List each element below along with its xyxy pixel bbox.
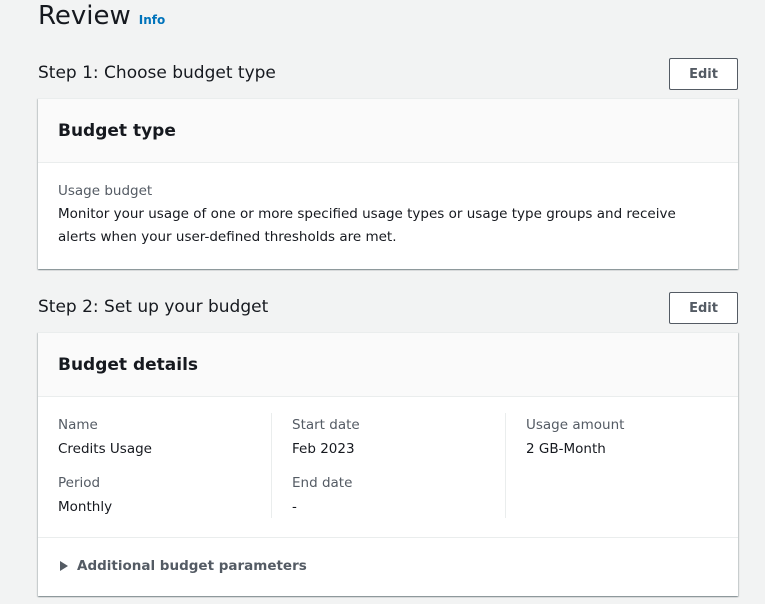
usage-amount-value: 2 GB-Month (526, 441, 606, 457)
budget-type-label: Usage budget (58, 183, 153, 199)
start-date-label: Start date (292, 417, 360, 433)
usage-amount-field: Usage amount 2 GB-Month (526, 413, 739, 461)
details-column-2: Start date Feb 2023 End date - (292, 413, 505, 519)
column-divider (271, 413, 272, 518)
details-column-3: Usage amount 2 GB-Month (526, 413, 739, 461)
step1-edit-button[interactable]: Edit (669, 58, 738, 90)
start-date-field: Start date Feb 2023 (292, 413, 505, 461)
caret-right-icon (60, 561, 68, 571)
expander-label: Additional budget parameters (77, 558, 307, 574)
name-field: Name Credits Usage (58, 413, 271, 461)
end-date-value: - (292, 499, 297, 515)
end-date-field: End date - (292, 471, 505, 519)
budget-details-heading: Budget details (58, 354, 199, 375)
budget-details-body: Name Credits Usage Period Monthly Start … (38, 397, 738, 538)
budget-type-heading: Budget type (58, 120, 176, 141)
budget-type-description: Monitor your usage of one or more specif… (58, 206, 676, 245)
review-page: Review Info Step 1: Choose budget type E… (0, 0, 765, 604)
info-link[interactable]: Info (139, 13, 165, 27)
budget-details-container: Budget details Name Credits Usage Period… (38, 332, 738, 596)
column-divider (505, 413, 506, 518)
usage-amount-label: Usage amount (526, 417, 625, 433)
page-title: Review (38, 1, 131, 31)
start-date-value: Feb 2023 (292, 441, 355, 457)
step2-edit-button[interactable]: Edit (669, 292, 738, 324)
period-label: Period (58, 475, 101, 491)
budget-type-body: Usage budget Monitor your usage of one o… (38, 163, 738, 267)
step1-title: Step 1: Choose budget type (38, 63, 276, 83)
step2-title: Step 2: Set up your budget (38, 297, 269, 317)
details-column-1: Name Credits Usage Period Monthly (58, 413, 271, 519)
budget-type-header: Budget type (38, 99, 738, 163)
period-field: Period Monthly (58, 471, 271, 519)
budget-details-header: Budget details (38, 333, 738, 397)
name-label: Name (58, 417, 98, 433)
page-header: Review Info (38, 0, 165, 34)
additional-budget-parameters-expander[interactable]: Additional budget parameters (38, 538, 738, 594)
budget-type-container: Budget type Usage budget Monitor your us… (38, 98, 738, 269)
end-date-label: End date (292, 475, 353, 491)
period-value: Monthly (58, 499, 113, 515)
name-value: Credits Usage (58, 441, 152, 457)
